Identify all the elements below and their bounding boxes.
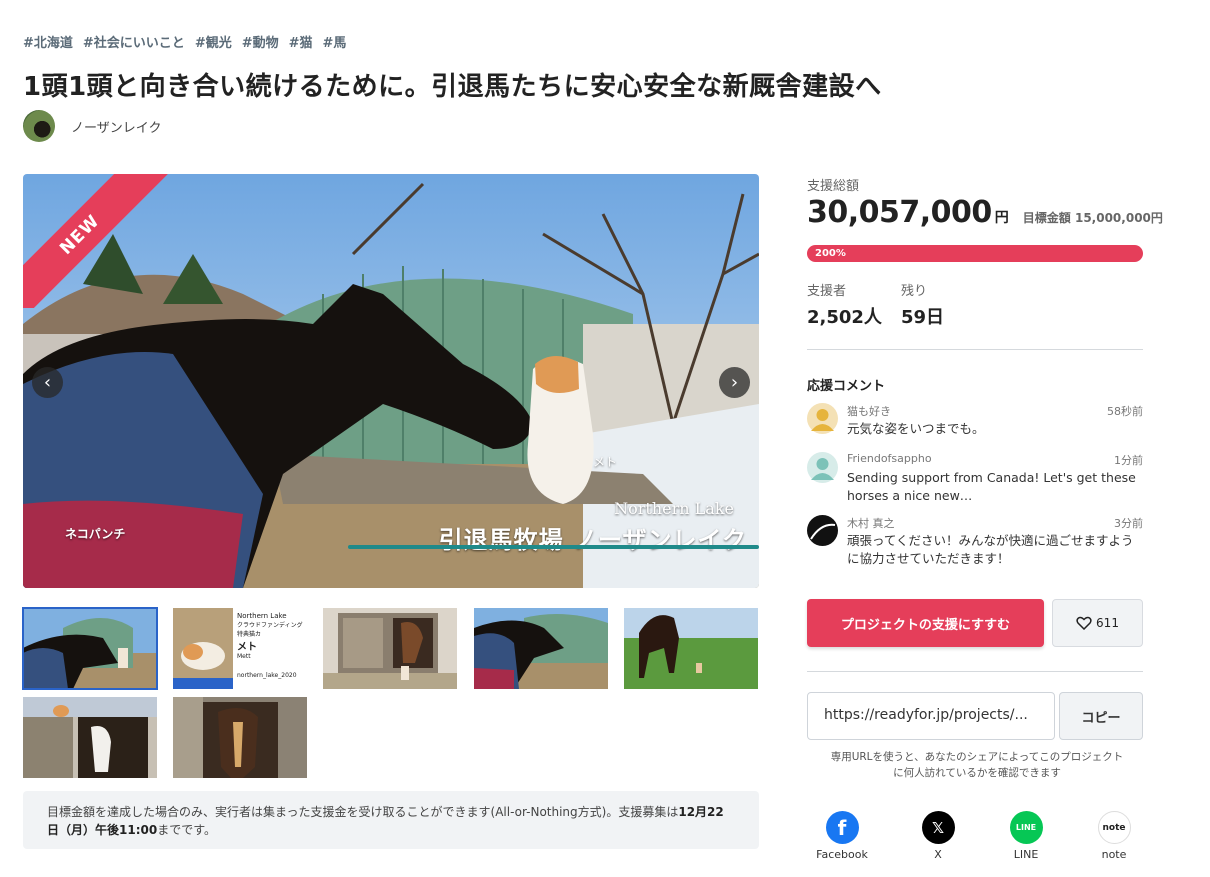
heart-icon	[1076, 616, 1092, 630]
notice-text: までです。	[157, 823, 217, 837]
comment-author: Friendofsappho	[847, 452, 932, 465]
currency-label: 円	[994, 210, 1009, 226]
thumbnail-text: クラウドファンディング	[237, 622, 303, 629]
tag-link[interactable]: #猫	[289, 32, 313, 51]
supporters-count: 2,502人	[807, 307, 882, 328]
thumbnail-photo	[23, 608, 157, 689]
share-line-button[interactable]: LINE LINE	[991, 811, 1061, 861]
share-label: Facebook	[816, 848, 868, 861]
thumbnail[interactable]	[173, 697, 307, 778]
thumbnail[interactable]	[22, 607, 158, 690]
thumbnail-text: Mett	[237, 653, 251, 660]
share-label: X	[934, 848, 942, 861]
thumbnail-photo	[173, 697, 307, 778]
comment-time: 3分前	[1114, 517, 1143, 530]
share-label: LINE	[1013, 848, 1039, 861]
thumbnail[interactable]	[624, 608, 758, 689]
favorite-button[interactable]: 611	[1052, 599, 1143, 647]
comment-time: 58秒前	[1107, 405, 1143, 418]
thumbnail-text: Northern Lake	[237, 612, 287, 620]
remaining-stat: 残り 59日	[901, 280, 944, 329]
overlay-caption: ネコパンチ	[65, 527, 126, 541]
share-url-field[interactable]: https://readyfor.jp/projects/...	[807, 692, 1055, 740]
share-facebook-button[interactable]: f Facebook	[807, 811, 877, 861]
carousel-next-button[interactable]: ›	[719, 367, 750, 398]
divider	[807, 671, 1143, 672]
tag-link[interactable]: #動物	[242, 32, 279, 51]
thumbnail-text: northern_lake_2020	[237, 672, 297, 679]
thumbnail[interactable]	[474, 608, 608, 689]
tag-link[interactable]: #北海道	[23, 32, 73, 51]
comment-time: 1分前	[1114, 454, 1143, 467]
share-url-note: 専用URLを使うと、あなたのシェアによってこのプロジェクトに何人訪れているかを確…	[830, 751, 1124, 779]
chevron-right-icon: ›	[730, 372, 739, 393]
avatar	[807, 403, 838, 434]
copy-url-button[interactable]: コピー	[1059, 692, 1143, 740]
tag-link[interactable]: #観光	[195, 32, 232, 51]
hero-image[interactable]: NEW ‹ › ネコパンチ メト Northern Lake 引退馬牧場 ノーザ…	[23, 174, 759, 588]
progress-bar: 200%	[807, 245, 1143, 262]
comment-text: 頑張ってください！みんなが快適に過ごせますように協力させていただきます！	[847, 533, 1134, 566]
thumbnail-photo	[624, 608, 758, 689]
total-amount: 30,057,000 円 目標金額 15,000,000円	[807, 195, 1163, 230]
goal-amount: 目標金額 15,000,000円	[1022, 211, 1163, 225]
supporters-stat: 支援者 2,502人	[807, 280, 882, 329]
thumbnail-photo	[23, 697, 157, 778]
overlay-brand-en: Northern Lake	[614, 499, 734, 518]
thumbnail[interactable]	[23, 697, 157, 778]
comment-text: Sending support from Canada! Let's get t…	[847, 470, 1136, 503]
favorite-count: 611	[1096, 616, 1119, 630]
thumbnail[interactable]: Northern Lake クラウドファンディング 特典猫カ メト Mett n…	[173, 608, 307, 689]
share-label: note	[1101, 848, 1127, 861]
comment-author: 猫も好き	[847, 405, 891, 418]
x-icon: 𝕏	[921, 811, 955, 844]
note-icon: note	[1097, 811, 1131, 844]
share-x-button[interactable]: 𝕏 X	[903, 811, 973, 861]
tag-list: #北海道 #社会にいいこと #観光 #動物 #猫 #馬	[23, 32, 346, 51]
chevron-left-icon: ‹	[43, 372, 52, 393]
total-label: 支援総額	[807, 179, 860, 194]
owner-name: ノーザンレイク	[71, 120, 162, 136]
avatar	[807, 452, 838, 483]
supporters-label: 支援者	[807, 284, 847, 299]
avatar	[807, 515, 838, 546]
overlay-divider	[348, 545, 759, 549]
total-value: 30,057,000	[807, 195, 992, 230]
owner-avatar	[23, 110, 55, 142]
tag-link[interactable]: #社会にいいこと	[83, 32, 185, 51]
progress-text: 200%	[815, 248, 846, 259]
thumbnail-text: メト	[237, 642, 257, 653]
notice-text: 目標金額を達成した場合のみ、実行者は集まった支援金を受け取ることができます(Al…	[47, 805, 679, 819]
carousel-prev-button[interactable]: ‹	[32, 367, 63, 398]
thumbnail-text: 特典猫カ	[237, 631, 262, 638]
comment-text: 元気な姿をいつまでも。	[847, 421, 985, 436]
tag-link[interactable]: #馬	[323, 32, 347, 51]
overlay-brand-jp: 引退馬牧場 ノーザンレイク	[438, 525, 747, 554]
divider	[807, 349, 1143, 350]
comments-heading: 応援コメント	[807, 379, 886, 394]
remaining-days: 59日	[901, 307, 945, 328]
overlay-cat-name: メト	[593, 455, 618, 469]
facebook-icon: f	[825, 811, 859, 844]
thumbnail-photo	[474, 608, 608, 689]
all-or-nothing-notice: 目標金額を達成した場合のみ、実行者は集まった支援金を受け取ることができます(Al…	[23, 791, 759, 849]
owner-link[interactable]: ノーザンレイク	[23, 110, 161, 142]
page-title: 1頭1頭と向き合い続けるために。引退馬たちに安心安全な新厩舎建設へ	[23, 72, 882, 102]
share-note-button[interactable]: note note	[1079, 811, 1149, 861]
line-icon: LINE	[1009, 811, 1043, 844]
comment-author: 木村 真之	[847, 517, 895, 530]
thumbnail[interactable]	[323, 608, 457, 689]
thumbnail-photo	[323, 608, 457, 689]
support-project-button[interactable]: プロジェクトの支援にすすむ	[807, 599, 1044, 647]
remaining-label: 残り	[901, 284, 928, 299]
